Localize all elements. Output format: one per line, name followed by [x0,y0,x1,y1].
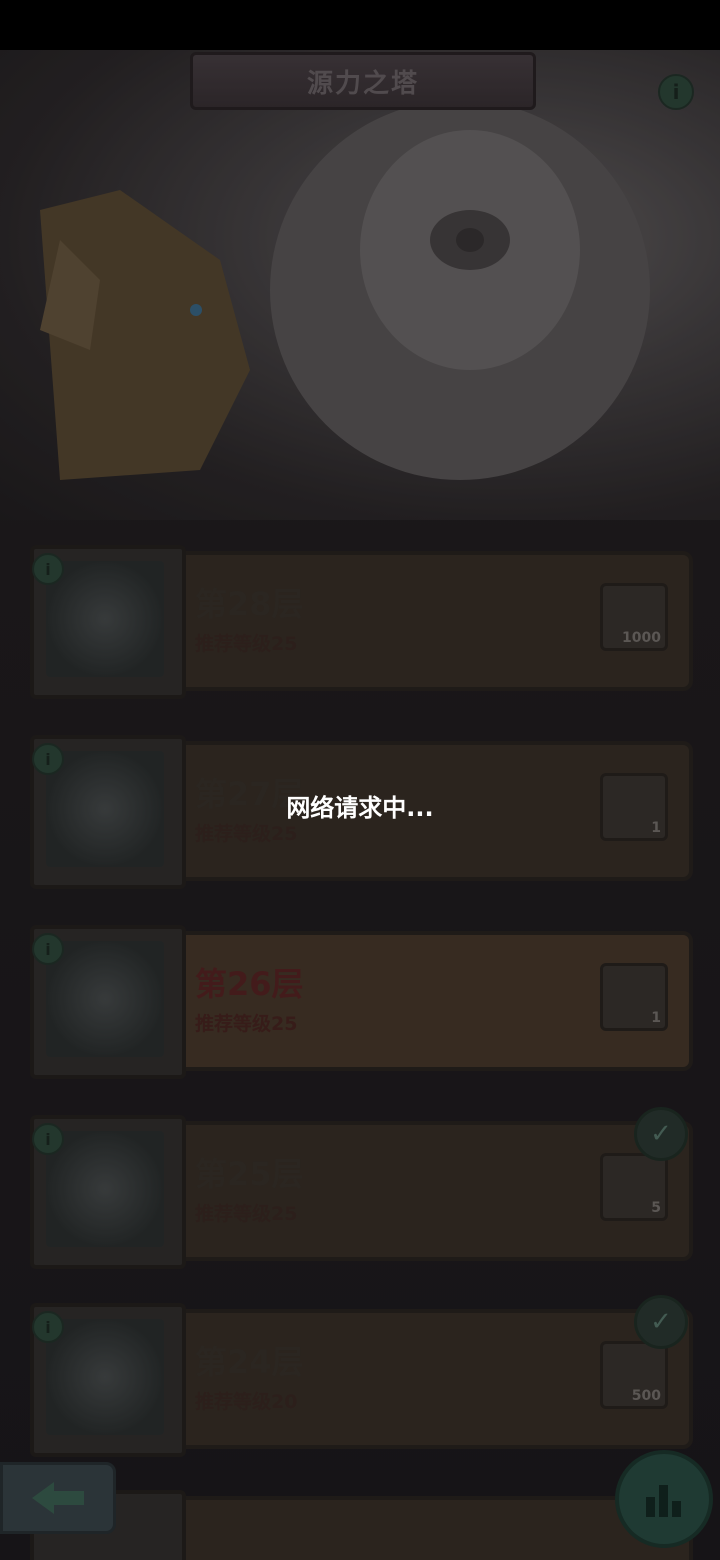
hero-illustration [40,100,650,480]
floor-card-28[interactable]: i 第28层 推荐等级25 1000 [30,545,693,699]
tower-info-button[interactable]: i [658,74,694,110]
page-title: 源力之塔 [306,68,419,99]
floor-label: 第28层 [195,585,304,623]
boss-info-button[interactable]: i [32,933,64,965]
reward-item[interactable]: 500 [600,1341,668,1409]
info-icon: i [45,559,51,579]
reward-item[interactable]: 1 [600,963,668,1031]
cleared-badge: ✓ [634,1295,688,1349]
info-icon: i [45,1129,51,1149]
recommended-level: 推荐等级25 [195,1203,298,1225]
recommended-level: 推荐等级25 [195,633,298,655]
arrow-left-icon [32,1482,84,1514]
info-icon: i [672,80,680,104]
status-bar [0,0,720,50]
boss-portrait-image [46,941,164,1057]
ranking-button[interactable] [615,1450,713,1548]
check-icon: ✓ [650,1307,672,1337]
boss-info-button[interactable]: i [32,1123,64,1155]
boss-info-button[interactable]: i [32,1311,64,1343]
recommended-level: 推荐等级25 [195,1013,298,1035]
floor-card-23-partial[interactable] [30,1490,693,1560]
floor-card-26[interactable]: i 第26层 推荐等级25 1 [30,925,693,1079]
boss-portrait-image [46,1131,164,1247]
reward-item[interactable]: 1000 [600,583,668,651]
reward-count: 500 [631,1388,661,1404]
boss-portrait-image [46,1319,164,1435]
floor-label: 第26层 [195,965,304,1003]
boss-portrait-image [46,751,164,867]
recommended-level: 推荐等级20 [195,1391,298,1413]
reward-count: 1 [651,1010,661,1026]
reward-count: 5 [651,1200,661,1216]
bar-chart-icon [646,1485,681,1517]
reward-item[interactable]: 1 [600,773,668,841]
info-icon: i [45,749,51,769]
boss-portrait-image [46,561,164,677]
tower-title-banner: 源力之塔 [190,52,536,110]
back-button[interactable] [0,1462,116,1534]
check-icon: ✓ [650,1119,672,1149]
floor-label: 第24层 [195,1343,304,1381]
floor-label: 第25层 [195,1155,304,1193]
reward-count: 1 [651,820,661,836]
reward-item[interactable]: 5 [600,1153,668,1221]
info-icon: i [45,1317,51,1337]
loading-toast: 网络请求中... [286,793,434,822]
floor-card-24[interactable]: i 第24层 推荐等级20 500 ✓ [30,1295,693,1457]
floor-card-25[interactable]: i 第25层 推荐等级25 5 ✓ [30,1107,693,1269]
info-icon: i [45,939,51,959]
cleared-badge: ✓ [634,1107,688,1161]
tower-hero-art [0,50,720,520]
boss-info-button[interactable]: i [32,553,64,585]
tower-screen: 源力之塔 i i 第28层 推荐等级25 1000 i 第27层 推荐等级25 … [0,0,720,1560]
boss-info-button[interactable]: i [32,743,64,775]
reward-count: 1000 [622,630,661,646]
